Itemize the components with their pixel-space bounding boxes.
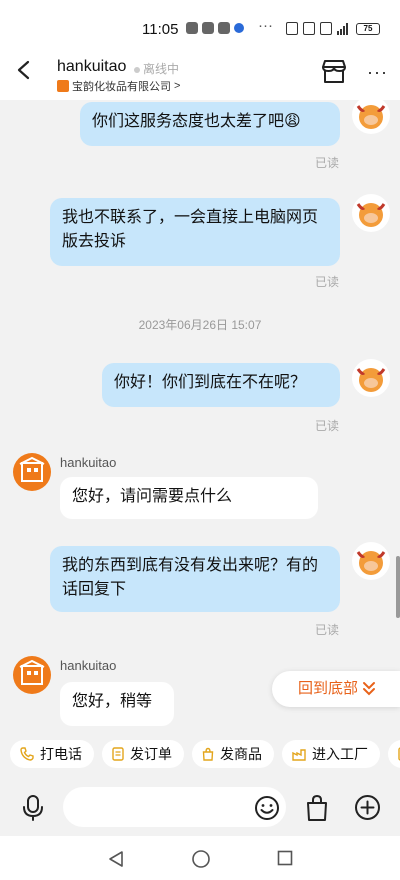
my-avatar[interactable] <box>352 359 390 397</box>
notification-icon <box>202 22 214 34</box>
message-text: 我的东西到底有没有发出来呢？有的话回复下 <box>62 557 319 598</box>
product-icon <box>202 747 214 761</box>
status-bar: 11:05 ··· 75 <box>0 0 400 40</box>
nfc-icon <box>286 22 298 35</box>
notification-icon <box>234 23 244 33</box>
send-product-button[interactable]: 发商品 <box>192 740 274 768</box>
back-to-bottom-button[interactable]: 回到底部 <box>272 671 400 707</box>
store-icon[interactable] <box>320 58 348 84</box>
online-status: 离线中 <box>134 60 179 77</box>
back-icon[interactable] <box>14 60 34 80</box>
sender-name: hankuitao <box>60 658 117 673</box>
send-order-label: 发订单 <box>130 746 172 762</box>
factory-logo-icon <box>19 456 45 482</box>
order-icon <box>112 747 124 761</box>
more-actions-button[interactable] <box>388 740 400 768</box>
call-label: 打电话 <box>40 746 82 762</box>
message-text: 我也不联系了，一会直接上电脑网页版去投诉 <box>62 209 319 250</box>
message-bubble[interactable]: 你们这服务态度也太差了吧😩 <box>80 102 340 146</box>
read-receipt: 已读 <box>315 275 340 289</box>
sender-name: hankuitao <box>60 455 117 470</box>
scrollbar-thumb[interactable] <box>396 556 400 618</box>
message-text: 您好，请问需要点什么 <box>72 488 233 505</box>
system-navigation-bar <box>0 836 400 880</box>
more-notifications-icon: ··· <box>258 17 273 34</box>
message-bubble[interactable]: 我也不联系了，一会直接上电脑网页版去投诉 <box>50 198 340 266</box>
system-icons: 75 <box>286 22 380 35</box>
emoji-icon[interactable] <box>254 795 280 821</box>
my-avatar[interactable] <box>352 542 390 580</box>
message-bubble[interactable]: 您好，稍等 <box>60 682 174 726</box>
contact-avatar[interactable] <box>13 656 51 694</box>
nav-back-icon[interactable] <box>107 850 125 868</box>
bull-avatar-icon <box>356 105 386 129</box>
bull-avatar-icon <box>356 551 386 575</box>
my-avatar[interactable] <box>352 194 390 232</box>
contact-name[interactable]: hankuitao <box>57 58 126 76</box>
phone-icon <box>20 747 34 761</box>
shopping-bag-icon[interactable] <box>304 794 330 822</box>
signal-icon <box>337 22 351 35</box>
chat-messages[interactable]: 你们这服务态度也太差了吧😩 已读 我也不联系了，一会直接上电脑网页版去投诉 已读… <box>0 100 400 740</box>
message-bubble[interactable]: 我的东西到底有没有发出来呢？有的话回复下 <box>50 546 340 612</box>
double-chevron-down-icon <box>362 671 376 720</box>
contact-avatar[interactable] <box>13 453 51 491</box>
message-bubble[interactable]: 您好，请问需要点什么 <box>60 477 318 519</box>
send-product-label: 发商品 <box>220 746 262 762</box>
battery-icon: 75 <box>356 22 380 35</box>
send-order-button[interactable]: 发订单 <box>102 740 184 768</box>
notification-icon <box>186 22 198 34</box>
call-button[interactable]: 打电话 <box>10 740 94 768</box>
vibrate-icon <box>303 22 315 35</box>
notification-icon <box>218 22 230 34</box>
read-receipt: 已读 <box>315 623 340 637</box>
enter-factory-button[interactable]: 进入工厂 <box>282 740 380 768</box>
plus-icon[interactable] <box>354 794 381 821</box>
message-text: 你好！你们到底在不在呢？ <box>114 374 307 391</box>
read-receipt: 已读 <box>315 419 340 433</box>
my-avatar[interactable] <box>352 100 390 134</box>
company-link[interactable]: 宝韵化妆品有限公司 > <box>57 78 180 94</box>
message-input-bar <box>0 780 400 836</box>
chevron-right-icon: > <box>174 80 181 92</box>
factory-icon <box>292 749 306 761</box>
enter-factory-label: 进入工厂 <box>312 746 368 762</box>
more-options-icon[interactable]: ··· <box>367 62 388 83</box>
quick-actions-bar: 打电话 发订单 发商品 进入工厂 <box>0 740 400 772</box>
notification-icons <box>186 22 244 34</box>
message-bubble[interactable]: 你好！你们到底在不在呢？ <box>102 363 340 407</box>
chat-timestamp: 2023年06月26日 15:07 <box>138 318 262 332</box>
clock: 11:05 <box>142 21 179 38</box>
message-text: 你们这服务态度也太差了吧😩 <box>92 113 301 130</box>
bull-avatar-icon <box>356 203 386 227</box>
voice-icon[interactable] <box>21 794 45 822</box>
factory-logo-icon <box>19 659 45 685</box>
chat-header: hankuitao 离线中 宝韵化妆品有限公司 > ··· <box>0 40 400 100</box>
read-receipt: 已读 <box>315 156 340 170</box>
message-input[interactable] <box>63 787 286 827</box>
back-to-bottom-label: 回到底部 <box>298 680 359 697</box>
alarm-icon <box>320 22 332 35</box>
company-icon <box>57 80 69 92</box>
nav-home-icon[interactable] <box>191 849 211 869</box>
nav-recent-apps-icon[interactable] <box>277 850 293 866</box>
message-text: 您好，稍等 <box>72 693 153 710</box>
company-name: 宝韵化妆品有限公司 <box>72 81 171 93</box>
bull-avatar-icon <box>356 368 386 392</box>
